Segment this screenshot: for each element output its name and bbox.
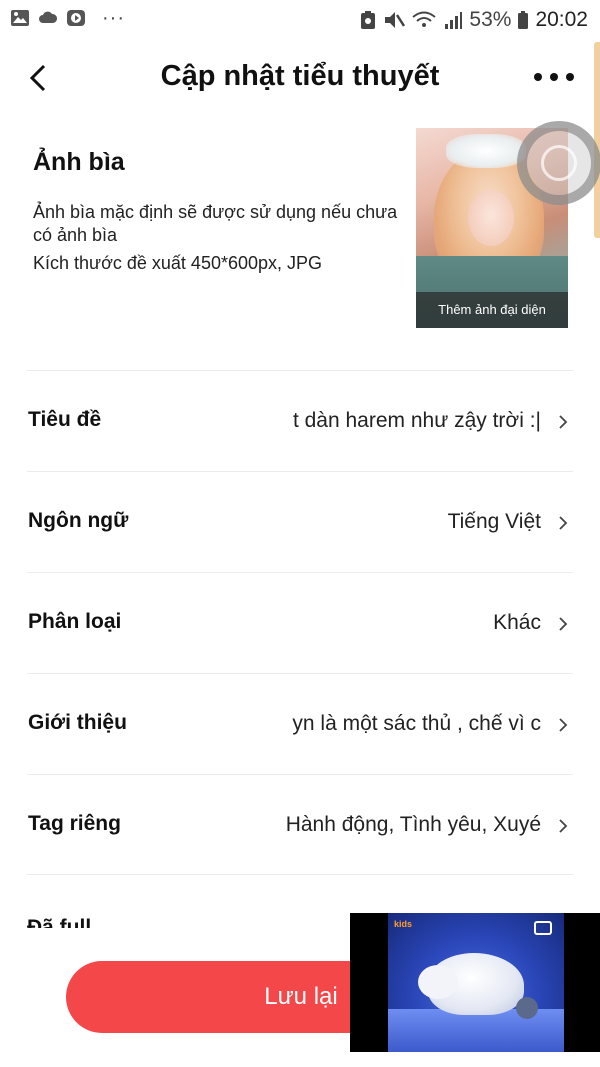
field-title[interactable]: Tiêu đề t dàn harem như zậy trời :| xyxy=(27,370,573,471)
status-system: 53% 20:02 xyxy=(359,8,588,32)
clock: 20:02 xyxy=(535,8,588,31)
field-introduction[interactable]: Giới thiệu yn là một sác thủ , chế vì c xyxy=(27,673,573,774)
battery-saver-icon xyxy=(361,11,376,29)
field-value: yn là một sác thủ , chế vì c xyxy=(275,712,541,736)
picture-in-picture-video[interactable]: kids xyxy=(350,913,600,1052)
field-label: Đã full xyxy=(27,916,92,928)
page-title: Cập nhật tiểu thuyết xyxy=(160,60,440,92)
chevron-right-icon xyxy=(559,415,568,429)
cover-description: Ảnh bìa mặc định sẽ được sử dụng nếu chư… xyxy=(33,202,398,245)
chevron-right-icon xyxy=(559,819,568,833)
chevron-right-icon xyxy=(559,516,568,530)
app-header: Cập nhật tiểu thuyết xyxy=(0,42,600,114)
field-completed[interactable]: Đã full xyxy=(27,908,327,928)
cover-size-hint: Kích thước đề xuất 450*600px, JPG xyxy=(33,253,323,273)
field-value-text: Tiếng Việt xyxy=(447,510,541,533)
cover-art-bow xyxy=(446,134,526,168)
more-options-button[interactable] xyxy=(534,62,574,92)
novel-fields: Tiêu đề t dàn harem như zậy trời :| Ngôn… xyxy=(0,370,600,875)
channel-logo: kids xyxy=(394,919,413,929)
battery-percent: 53% xyxy=(469,8,512,31)
more-notifications: ··· xyxy=(102,7,125,29)
field-label: Tag riêng xyxy=(28,812,121,835)
video-app-icon xyxy=(67,10,85,26)
channel-badge-icon xyxy=(534,921,552,935)
field-value-text: Hành động, Tình yêu, Xuyé xyxy=(285,813,541,836)
more-dot-icon xyxy=(566,73,574,81)
field-value-text: Khác xyxy=(493,611,541,634)
more-dot-icon xyxy=(550,73,558,81)
floating-assistive-button[interactable] xyxy=(517,121,600,205)
wifi-icon xyxy=(412,11,437,27)
field-value: t dàn harem như zậy trời :| xyxy=(275,409,541,433)
more-dot-icon xyxy=(534,73,542,81)
video-ice-floor xyxy=(388,1009,564,1052)
field-value-text: t dàn harem như zậy trời :| xyxy=(292,409,541,432)
cover-heading: Ảnh bìa xyxy=(33,148,125,176)
video-bear-head xyxy=(418,965,458,999)
chevron-right-icon xyxy=(559,718,568,732)
cover-art-face xyxy=(468,190,514,246)
field-value: Hành động, Tình yêu, Xuyé xyxy=(275,813,541,837)
field-label: Phân loại xyxy=(28,610,122,633)
field-tags[interactable]: Tag riêng Hành động, Tình yêu, Xuyé xyxy=(27,774,573,875)
cover-section: Ảnh bìa Ảnh bìa mặc định sẽ được sử dụng… xyxy=(0,120,600,370)
signal-icon xyxy=(445,12,463,29)
gallery-icon xyxy=(11,10,29,26)
assistive-ring-icon xyxy=(541,145,577,181)
status-bar: ··· 53% 20:02 xyxy=(0,0,600,42)
field-label: Ngôn ngữ xyxy=(28,509,129,532)
field-label: Giới thiệu xyxy=(28,711,127,734)
field-category[interactable]: Phân loại Khác xyxy=(27,572,573,673)
field-value-text: yn là một sác thủ , chế vì c xyxy=(292,712,541,735)
status-notifications: ··· xyxy=(10,8,125,28)
chevron-right-icon xyxy=(559,617,568,631)
field-value: Khác xyxy=(275,611,541,635)
add-cover-label: Thêm ảnh đại diện xyxy=(416,292,568,328)
field-label: Tiêu đề xyxy=(28,408,102,431)
battery-icon xyxy=(518,11,529,29)
field-value: Tiếng Việt xyxy=(275,510,541,534)
field-language[interactable]: Ngôn ngữ Tiếng Việt xyxy=(27,471,573,572)
cloud-icon xyxy=(39,11,58,23)
mute-icon xyxy=(385,12,406,28)
video-cat xyxy=(516,997,538,1019)
